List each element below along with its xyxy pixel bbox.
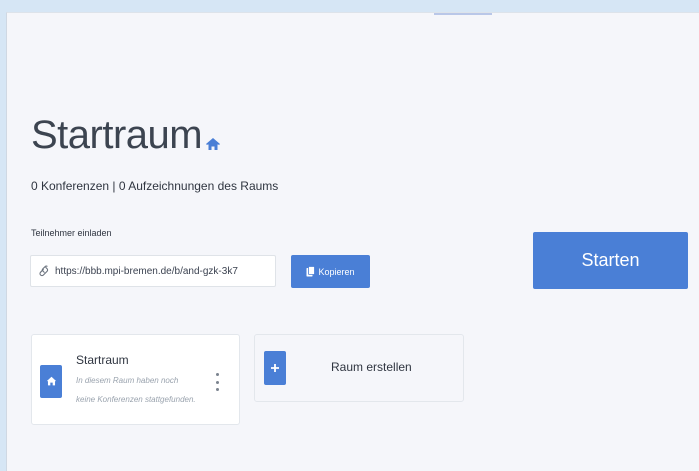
room-page: Startraum 0 Konferenzen | 0 Aufzeichnung…	[6, 12, 699, 471]
room-title-text: Startraum	[31, 113, 203, 157]
link-icon	[39, 265, 49, 277]
copy-button[interactable]: Kopieren	[291, 255, 370, 288]
create-room-label: Raum erstellen	[331, 360, 412, 374]
more-vertical-icon[interactable]	[212, 373, 222, 391]
copy-button-label: Kopieren	[318, 266, 355, 277]
page-title: Startraum	[31, 111, 221, 163]
room-card-name: Startraum	[76, 353, 129, 367]
create-room-button[interactable]: Raum erstellen	[254, 334, 464, 402]
room-card[interactable]: Startraum In diesem Raum haben noch kein…	[31, 334, 240, 425]
invite-url-input[interactable]	[55, 265, 255, 277]
clipboard-icon	[306, 266, 316, 277]
invite-url-field[interactable]	[30, 255, 276, 287]
plus-icon	[264, 351, 286, 385]
invite-label: Teilnehmer einladen	[31, 228, 112, 238]
home-icon	[40, 365, 62, 398]
room-stats: 0 Konferenzen | 0 Aufzeichnungen des Rau…	[31, 179, 279, 193]
home-icon	[206, 115, 221, 163]
start-button[interactable]: Starten	[533, 232, 688, 289]
top-tab-indicator	[434, 13, 492, 15]
room-card-description: In diesem Raum haben noch keine Konferen…	[76, 376, 196, 404]
